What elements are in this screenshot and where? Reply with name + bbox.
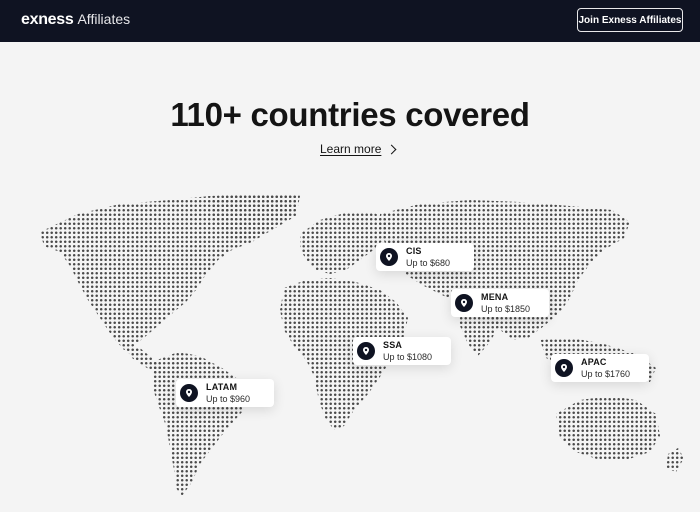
- learn-more-link[interactable]: Learn more: [320, 141, 397, 157]
- region-name: MENA: [481, 292, 509, 302]
- region-amount: Up to $680: [406, 258, 451, 268]
- learn-more-label: Learn more: [320, 142, 382, 156]
- region-amount: Up to $960: [206, 394, 251, 404]
- location-pin-icon: [455, 294, 473, 312]
- region-amount: Up to $1760: [581, 369, 631, 379]
- logo-subtitle: Affiliates: [77, 11, 131, 27]
- region-card-cis[interactable]: CIS Up to $680: [376, 243, 474, 271]
- map-australia: [556, 396, 660, 460]
- location-pin-icon: [555, 359, 573, 377]
- location-pin-icon: [357, 342, 375, 360]
- exness-affiliates-logo[interactable]: exness Affiliates: [21, 11, 130, 31]
- region-amount: Up to $1080: [383, 352, 433, 362]
- chevron-right-icon: [386, 144, 397, 155]
- region-card-ssa[interactable]: SSA Up to $1080: [353, 337, 451, 365]
- map-south-america: [152, 352, 250, 496]
- top-navigation-bar: exness Affiliates Join Exness Affiliates: [0, 0, 700, 42]
- region-name: CIS: [406, 246, 422, 256]
- map-new-zealand: [666, 448, 684, 472]
- page-title: 110+ countries covered: [170, 96, 530, 133]
- location-pin-icon: [380, 248, 398, 266]
- region-name: LATAM: [206, 382, 238, 392]
- logo-wordmark: exness: [21, 11, 74, 28]
- region-card-mena[interactable]: MENA Up to $1850: [451, 289, 549, 317]
- region-card-apac[interactable]: APAC Up to $1760: [551, 354, 649, 382]
- region-name: SSA: [383, 340, 403, 350]
- region-card-latam[interactable]: LATAM Up to $960: [176, 379, 274, 407]
- location-pin-icon: [180, 384, 198, 402]
- map-europe: [300, 212, 388, 274]
- join-affiliates-button[interactable]: Join Exness Affiliates: [577, 8, 683, 32]
- region-amount: Up to $1850: [481, 304, 531, 314]
- region-name: APAC: [581, 357, 607, 367]
- dotted-world-map: [40, 194, 684, 496]
